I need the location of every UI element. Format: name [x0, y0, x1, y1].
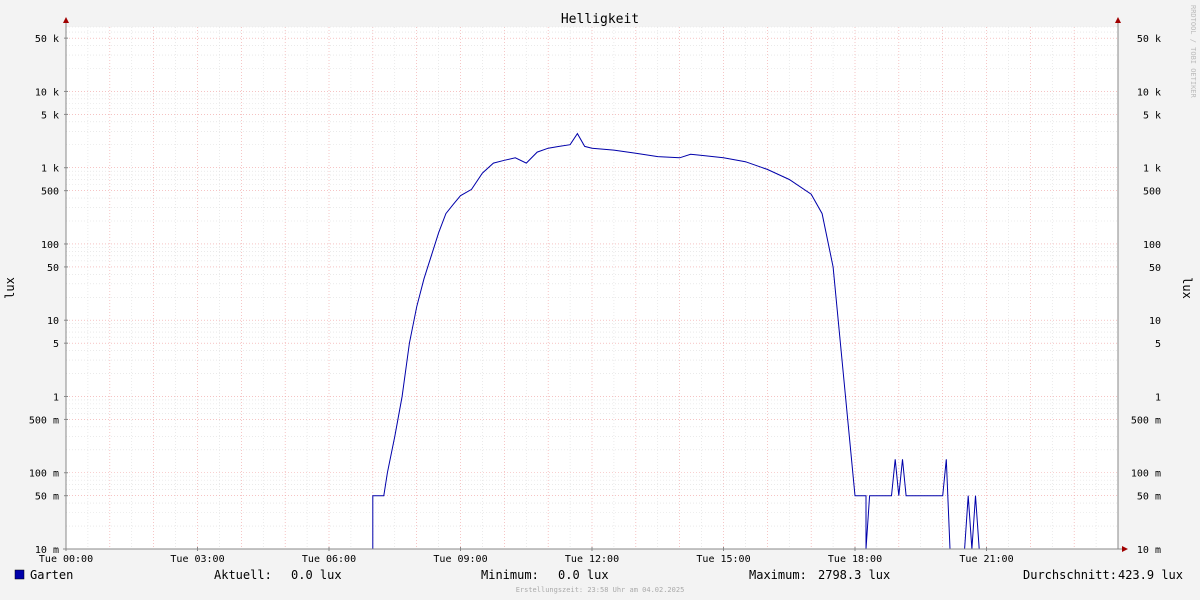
- y-tick-label: 50 m: [35, 492, 59, 503]
- y-tick-label-right: 100 m: [1131, 469, 1161, 480]
- y-tick-label: 500: [41, 187, 59, 198]
- x-tick-label: Tue 18:00: [828, 554, 882, 565]
- x-tick-label: Tue 12:00: [565, 554, 619, 565]
- y-axis-label-left: lux: [3, 277, 17, 299]
- y-tick-label-right: 10 k: [1137, 87, 1161, 98]
- legend-max-label: Maximum:: [749, 568, 807, 582]
- y-tick-label: 5: [53, 339, 59, 350]
- x-tick-label: Tue 09:00: [433, 554, 487, 565]
- legend-min-value: 0.0 lux: [558, 568, 609, 582]
- rrd-graph-panel: 50 k 10 k 5 k 1 k 500 100 50 10 5 1 500 m 100 m 50 m…: [0, 0, 1200, 600]
- legend-series-name: Garten: [30, 568, 73, 582]
- y-tick-label-right: 5 k: [1143, 110, 1161, 121]
- y-tick-label: 1 k: [41, 164, 59, 175]
- x-tick-label: Tue 15:00: [696, 554, 750, 565]
- y-tick-label-right: 5: [1155, 339, 1161, 350]
- y-tick-label-right: 500: [1143, 187, 1161, 198]
- y-tick-label-right: 100: [1143, 240, 1161, 251]
- y-tick-label: 100: [41, 240, 59, 251]
- y-tick-label: 50: [47, 263, 59, 274]
- legend-max-value: 2798.3 lux: [818, 568, 890, 582]
- legend-current-value: 0.0 lux: [291, 568, 342, 582]
- y-tick-label: 5 k: [41, 110, 59, 121]
- y-axis-label-right: lux: [1180, 277, 1194, 299]
- y-tick-label-right: 50: [1149, 263, 1161, 274]
- brightness-chart: 50 k 10 k 5 k 1 k 500 100 50 10 5 1 500 m 100 m 50 m…: [0, 0, 1200, 600]
- legend-avg-label: Durchschnitt:: [1023, 568, 1117, 582]
- x-tick-label: Tue 00:00: [39, 554, 93, 565]
- y-tick-label: 10: [47, 316, 59, 327]
- x-tick-label: Tue 21:00: [959, 554, 1013, 565]
- y-tick-label-right: 50 m: [1137, 492, 1161, 503]
- y-tick-label: 10 k: [35, 87, 59, 98]
- y-tick-label-right: 1: [1155, 392, 1161, 403]
- y-tick-label-right: 1 k: [1143, 164, 1161, 175]
- y-tick-label-right: 10 m: [1137, 545, 1161, 556]
- legend-avg-value: 423.9 lux: [1118, 568, 1183, 582]
- footer-timestamp: Erstellungszeit: 23:58 Uhr am 04.02.2025: [516, 586, 685, 594]
- chart-title: Helligkeit: [561, 12, 639, 27]
- watermark: RRDTOOL / TOBI OETIKER: [1189, 5, 1197, 99]
- y-tick-label-right: 500 m: [1131, 415, 1161, 426]
- y-tick-label-right: 10: [1149, 316, 1161, 327]
- y-tick-label: 500 m: [29, 415, 59, 426]
- legend-min-label: Minimum:: [481, 568, 539, 582]
- y-tick-label-right: 50 k: [1137, 34, 1161, 45]
- legend-swatch: [14, 569, 25, 580]
- y-tick-label: 100 m: [29, 469, 59, 480]
- x-tick-label: Tue 03:00: [170, 554, 224, 565]
- y-tick-label: 50 k: [35, 34, 59, 45]
- x-tick-label: Tue 06:00: [302, 554, 356, 565]
- y-tick-label: 1: [53, 392, 59, 403]
- legend-current-label: Aktuell:: [214, 568, 272, 582]
